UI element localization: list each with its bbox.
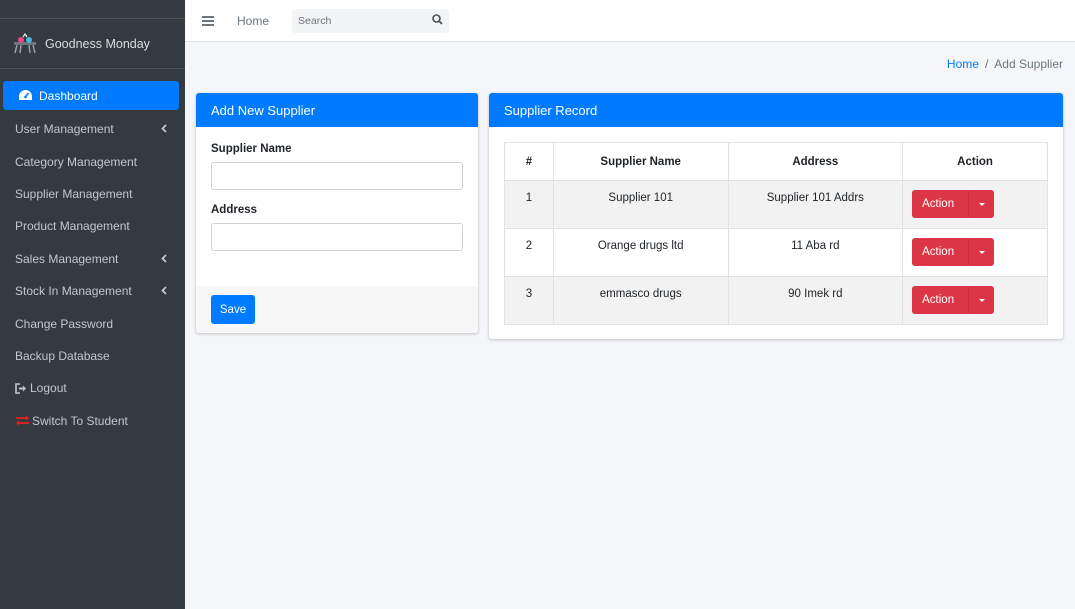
chevron-left-icon — [161, 122, 167, 136]
address-label: Address — [211, 204, 258, 216]
save-button[interactable]: Save — [211, 295, 255, 324]
supplier-table-wrapper: # Supplier Name Address Action 1 Supplie… — [504, 142, 1048, 325]
sidebar-item-supplier-management[interactable]: Supplier Management — [0, 178, 185, 210]
address-input[interactable] — [211, 223, 463, 251]
sidebar-item-logout[interactable]: Logout — [0, 372, 185, 404]
breadcrumb-home-link[interactable]: Home — [947, 57, 979, 71]
search-box — [292, 8, 450, 33]
search-icon[interactable] — [432, 13, 443, 28]
top-nav-home-link[interactable]: Home — [237, 14, 269, 28]
brand-logo-icon — [12, 32, 38, 55]
caret-down-icon[interactable] — [968, 190, 994, 218]
action-cell: Action — [902, 276, 1048, 325]
top-navbar: Home — [185, 0, 1075, 42]
address-cell: 11 Aba rd — [727, 228, 904, 277]
supplier-record-card-title: Supplier Record — [489, 93, 1063, 127]
column-header-action: Action — [902, 142, 1048, 181]
action-dropdown-button[interactable]: Action — [912, 190, 995, 218]
sidebar-item-label: Switch To Student — [32, 413, 128, 428]
caret-down-icon[interactable] — [968, 238, 994, 266]
column-header-number: # — [504, 142, 554, 181]
action-dropdown-button[interactable]: Action — [912, 238, 995, 266]
brand-name: Goodness Monday — [45, 36, 150, 51]
supplier-name-label: Supplier Name — [211, 143, 292, 155]
supplier-name-cell: Supplier 101 — [552, 180, 729, 229]
sidebar: Goodness Monday Dashboard User Managemen… — [0, 0, 185, 609]
sidebar-item-label: Supplier Management — [15, 186, 133, 201]
supplier-name-cell: Orange drugs ltd — [552, 228, 729, 277]
sidebar-item-label: Category Management — [15, 154, 138, 169]
add-supplier-form: Supplier Name Address — [196, 127, 478, 251]
action-button-label: Action — [922, 198, 955, 210]
address-cell: 90 Imek rd — [727, 276, 904, 325]
sign-out-icon — [15, 383, 27, 394]
chevron-left-icon — [161, 284, 167, 298]
table-header-row: # Supplier Name Address Action — [504, 142, 1048, 181]
sidebar-item-label: Logout — [30, 381, 67, 396]
chevron-left-icon — [161, 252, 167, 266]
supplier-record-card: Supplier Record # Supplier Name Address … — [489, 93, 1063, 339]
sidebar-item-label: Sales Management — [15, 251, 119, 266]
address-cell: Supplier 101 Addrs — [727, 180, 904, 229]
sidebar-item-label: Change Password — [15, 316, 114, 331]
sidebar-item-user-management[interactable]: User Management — [0, 113, 185, 145]
breadcrumb-separator: / — [984, 57, 989, 71]
exchange-icon — [15, 415, 30, 426]
sidebar-item-label: User Management — [15, 122, 114, 137]
column-header-address: Address — [727, 142, 904, 181]
table-row: 1 Supplier 101 Supplier 101 Addrs Action — [504, 180, 1048, 229]
add-supplier-card-title: Add New Supplier — [196, 93, 478, 127]
sidebar-item-switch-to-student[interactable]: Switch To Student — [0, 405, 185, 437]
brand-link[interactable]: Goodness Monday — [0, 19, 185, 69]
hamburger-menu-icon[interactable] — [202, 15, 214, 26]
row-number-cell: 1 — [504, 180, 554, 229]
table-row: 3 emmasco drugs 90 Imek rd Action — [504, 276, 1048, 325]
supplier-table: # Supplier Name Address Action 1 Supplie… — [504, 142, 1048, 325]
add-supplier-card-footer: Save — [196, 286, 478, 333]
sidebar-item-label: Backup Database — [15, 348, 110, 363]
sidebar-item-product-management[interactable]: Product Management — [0, 210, 185, 242]
sidebar-item-label: Stock In Management — [15, 284, 132, 299]
sidebar-item-category-management[interactable]: Category Management — [0, 145, 185, 177]
sidebar-item-change-password[interactable]: Change Password — [0, 307, 185, 339]
breadcrumb-current: Add Supplier — [994, 57, 1063, 71]
row-number-cell: 3 — [504, 276, 554, 325]
supplier-name-cell: emmasco drugs — [552, 276, 729, 325]
breadcrumb: Home / Add Supplier — [947, 57, 1063, 71]
column-header-supplier-name: Supplier Name — [552, 142, 729, 181]
action-cell: Action — [902, 180, 1048, 229]
row-number-cell: 2 — [504, 228, 554, 277]
action-button-label: Action — [922, 246, 955, 258]
sidebar-item-stock-in-management[interactable]: Stock In Management — [0, 275, 185, 307]
action-cell: Action — [902, 228, 1048, 277]
sidebar-nav: Dashboard User Management Category Manag… — [0, 69, 185, 437]
sidebar-top-divider — [0, 0, 185, 19]
tachometer-icon — [18, 89, 33, 102]
sidebar-item-label: Product Management — [15, 219, 130, 234]
sidebar-item-label: Dashboard — [39, 88, 98, 103]
action-dropdown-button[interactable]: Action — [912, 286, 995, 314]
sidebar-item-dashboard[interactable]: Dashboard — [3, 81, 179, 110]
supplier-name-input[interactable] — [211, 162, 463, 190]
table-row: 2 Orange drugs ltd 11 Aba rd Action — [504, 228, 1048, 277]
add-supplier-card: Add New Supplier Supplier Name Address S… — [196, 93, 478, 333]
caret-down-icon[interactable] — [968, 286, 994, 314]
sidebar-item-sales-management[interactable]: Sales Management — [0, 243, 185, 275]
search-input[interactable] — [298, 14, 419, 27]
sidebar-item-backup-database[interactable]: Backup Database — [0, 340, 185, 372]
action-button-label: Action — [922, 294, 955, 306]
